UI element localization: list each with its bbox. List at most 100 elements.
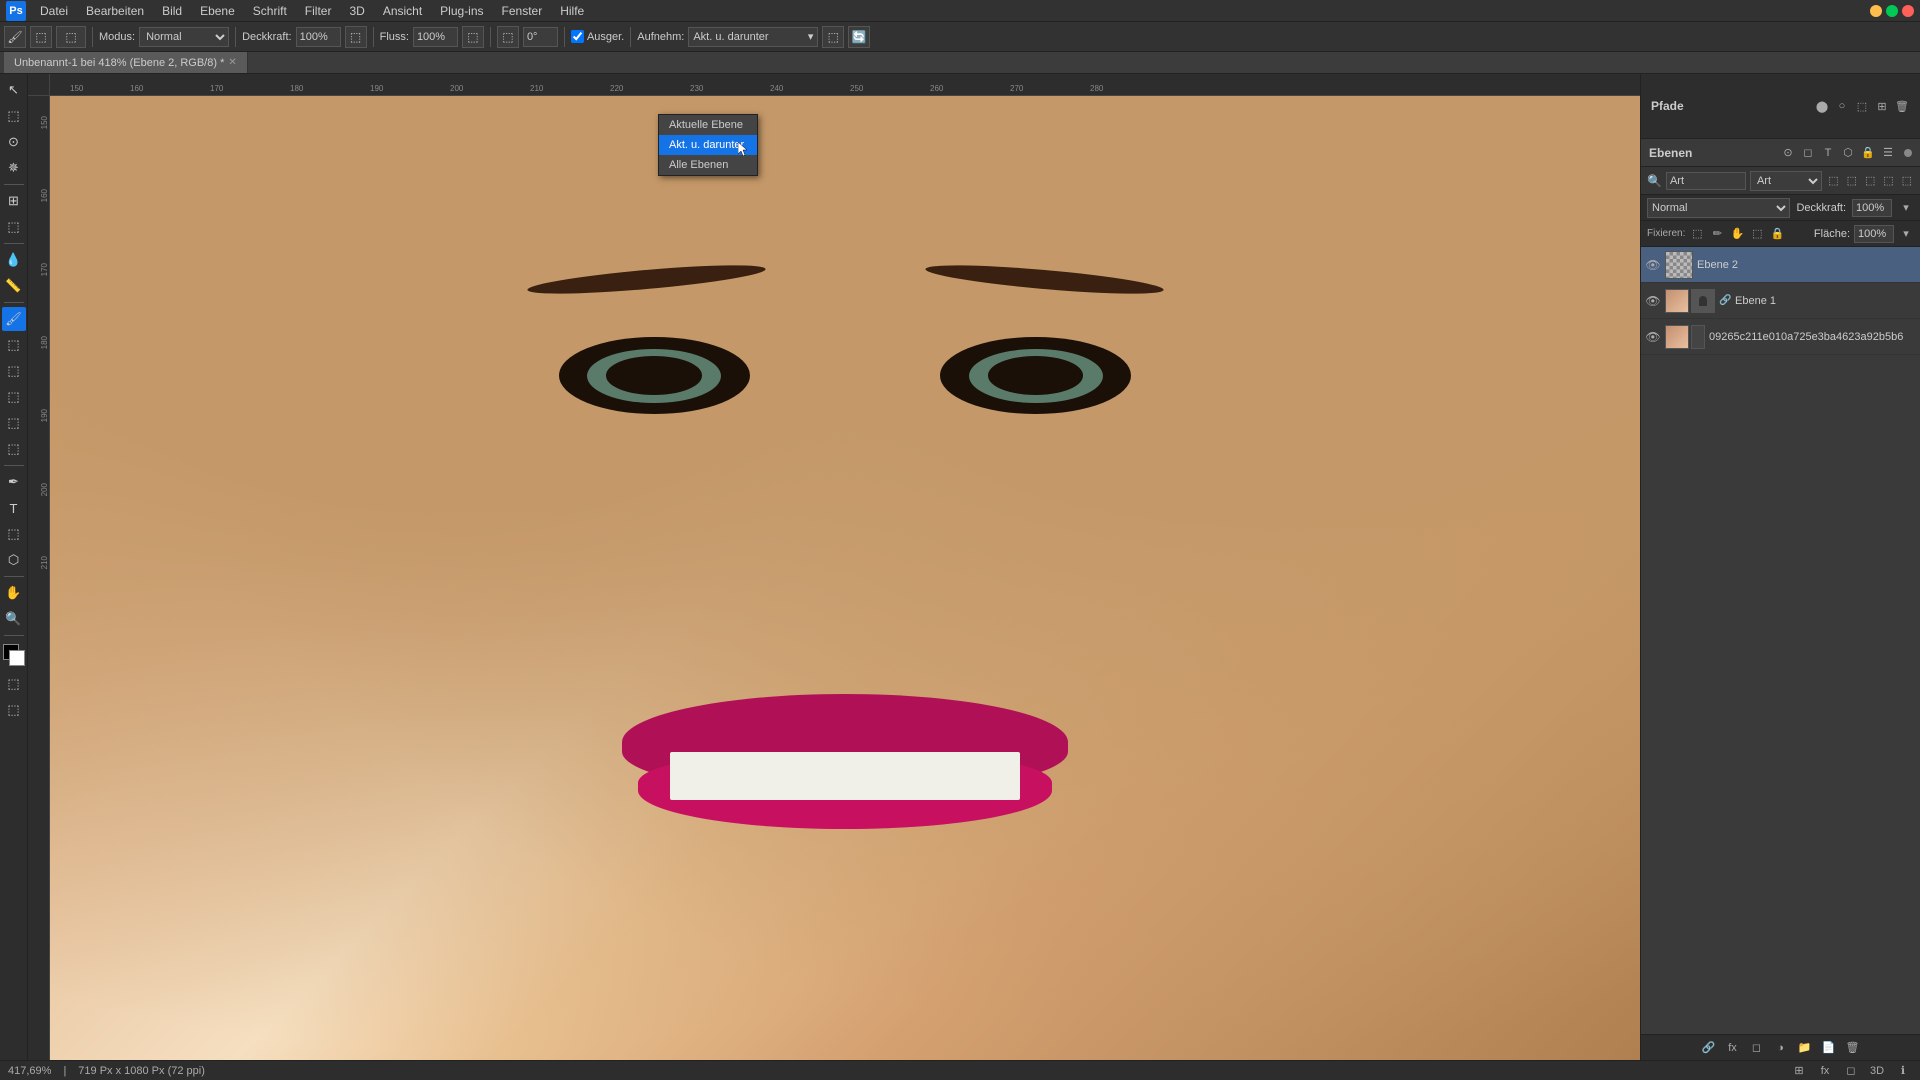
airbrush-btn[interactable]: ⬚: [497, 26, 519, 48]
quick-mask-icon[interactable]: ⬚: [2, 672, 26, 696]
menu-datei[interactable]: Datei: [32, 2, 76, 20]
modus-select[interactable]: Normal: [139, 27, 229, 47]
lock-all-btn[interactable]: 🔒: [1769, 226, 1785, 242]
layer-lock-btn[interactable]: 🔒: [1860, 145, 1876, 161]
deckkraft-input[interactable]: [296, 27, 341, 47]
menu-filter[interactable]: Filter: [297, 2, 340, 20]
menu-schrift[interactable]: Schrift: [245, 2, 295, 20]
gradient-tool[interactable]: ⬚: [2, 411, 26, 435]
dodge-tool[interactable]: ⬚: [2, 437, 26, 461]
menu-ansicht[interactable]: Ansicht: [375, 2, 430, 20]
layer-item-bg[interactable]: 👁 09265c211e010a725e3ba4623a92b5b6: [1641, 319, 1920, 355]
lock-transparent-btn[interactable]: ⬚: [1689, 226, 1705, 242]
layer-filter-btn[interactable]: ⊙: [1780, 145, 1796, 161]
lasso-tool[interactable]: ⊙: [2, 130, 26, 154]
quick-mask-btn[interactable]: ⬚: [2, 672, 26, 696]
sample-select-btn[interactable]: Akt. u. darunter ▾: [688, 27, 818, 47]
path-fill-btn[interactable]: ⬤: [1814, 98, 1830, 114]
layer-fx-btn[interactable]: fx: [1724, 1039, 1742, 1057]
layer-item-ebene1[interactable]: 👁 🔗 Ebene 1: [1641, 283, 1920, 319]
status-info-btn[interactable]: ℹ: [1894, 1062, 1912, 1080]
path-load-btn[interactable]: ⬚: [1854, 98, 1870, 114]
zoom-tool[interactable]: 🔍: [2, 607, 26, 631]
status-mask-btn[interactable]: ◻: [1842, 1062, 1860, 1080]
flache-dropdown-btn[interactable]: ▾: [1898, 226, 1914, 242]
ausger-checkbox[interactable]: [571, 30, 584, 43]
slice-tool[interactable]: ⬚: [2, 215, 26, 239]
history-brush-tool[interactable]: ⬚: [2, 359, 26, 383]
menu-bild[interactable]: Bild: [154, 2, 190, 20]
status-grid-btn[interactable]: ⊞: [1790, 1062, 1808, 1080]
tool-preset-btn[interactable]: 🖌: [4, 26, 26, 48]
canvas-image[interactable]: [50, 96, 1640, 1060]
brush-size-btn[interactable]: ⬚: [56, 26, 86, 48]
fluss-input[interactable]: [413, 27, 458, 47]
blend-mode-select[interactable]: Normal: [1647, 198, 1790, 218]
layers-search-input[interactable]: [1666, 172, 1746, 190]
panel-menu-btn[interactable]: ☰: [1880, 145, 1896, 161]
layer-filter-adj-btn[interactable]: ⬚: [1845, 173, 1859, 189]
sample-all-layers-btn[interactable]: ⬚: [822, 26, 844, 48]
menu-fenster[interactable]: Fenster: [494, 2, 551, 20]
layer-link-bottom-btn[interactable]: 🔗: [1700, 1039, 1718, 1057]
deckkraft-pressure-btn[interactable]: ⬚: [345, 26, 367, 48]
dropdown-item-aktuelle-ebene[interactable]: Aktuelle Ebene: [659, 115, 757, 135]
layer-visibility-bg[interactable]: 👁: [1645, 329, 1661, 345]
tab-close-icon[interactable]: ✕: [228, 57, 236, 68]
pen-tool[interactable]: ✒: [2, 470, 26, 494]
doc-tab-active[interactable]: Unbenannt-1 bei 418% (Ebene 2, RGB/8) * …: [4, 52, 248, 73]
angle-input[interactable]: [523, 27, 558, 47]
status-fix-btn[interactable]: fx: [1816, 1062, 1834, 1080]
layer-filter-shape-btn[interactable]: ⬚: [1863, 173, 1877, 189]
menu-ebene[interactable]: Ebene: [192, 2, 243, 20]
stamp-tool[interactable]: ⬚: [2, 333, 26, 357]
path-delete-btn[interactable]: 🗑: [1894, 98, 1910, 114]
layer-adj-btn[interactable]: ⬡: [1840, 145, 1856, 161]
move-tool[interactable]: ↖: [2, 78, 26, 102]
path-new-btn[interactable]: ⊞: [1874, 98, 1890, 114]
menu-3d[interactable]: 3D: [341, 2, 372, 20]
deckkraft-lock-btn[interactable]: ▾: [1898, 200, 1914, 216]
clone-source-btn[interactable]: 🔄: [848, 26, 870, 48]
layers-type-select[interactable]: Art: [1750, 171, 1822, 191]
menu-bearbeiten[interactable]: Bearbeiten: [78, 2, 152, 20]
layer-visibility-ebene1[interactable]: 👁: [1645, 293, 1661, 309]
flache-value[interactable]: [1854, 225, 1894, 243]
path-selection-tool[interactable]: ⬚: [2, 522, 26, 546]
layer-mask-bottom-btn[interactable]: ◻: [1748, 1039, 1766, 1057]
eraser-tool[interactable]: ⬚: [2, 385, 26, 409]
selection-tool[interactable]: ⬚: [2, 104, 26, 128]
layer-filter-toggle[interactable]: ⬚: [1900, 173, 1914, 189]
canvas-area[interactable]: 150 160 170 180 190 200 210 220 230 240 …: [28, 74, 1640, 1060]
layer-mask-btn[interactable]: ◻: [1800, 145, 1816, 161]
magic-wand-tool[interactable]: ✵: [2, 156, 26, 180]
brush-preset-btn[interactable]: ⬚: [30, 26, 52, 48]
layer-group-btn[interactable]: 📁: [1796, 1039, 1814, 1057]
lock-artboard-btn[interactable]: ⬚: [1749, 226, 1765, 242]
crop-tool[interactable]: ⊞: [2, 189, 26, 213]
layer-visibility-ebene2[interactable]: 👁: [1645, 257, 1661, 273]
layer-new-btn[interactable]: 📄: [1820, 1039, 1838, 1057]
dropdown-item-alle-ebenen[interactable]: Alle Ebenen: [659, 155, 757, 175]
hand-tool[interactable]: ✋: [2, 581, 26, 605]
lock-pixels-btn[interactable]: ✏: [1709, 226, 1725, 242]
layer-item-ebene2[interactable]: 👁 Ebene 2: [1641, 247, 1920, 283]
layer-link-btn[interactable]: T: [1820, 145, 1836, 161]
brush-tool[interactable]: 🖌: [2, 307, 26, 331]
window-minimize[interactable]: [1870, 5, 1882, 17]
screen-mode-btn[interactable]: ⬚: [2, 698, 26, 722]
lock-position-btn[interactable]: ✋: [1729, 226, 1745, 242]
layer-filter-smart-btn[interactable]: ⬚: [1881, 173, 1895, 189]
deckkraft-value[interactable]: [1852, 199, 1892, 217]
text-tool[interactable]: T: [2, 496, 26, 520]
window-close[interactable]: [1902, 5, 1914, 17]
layer-adj-bottom-btn[interactable]: ◑: [1772, 1039, 1790, 1057]
layer-delete-btn[interactable]: 🗑: [1844, 1039, 1862, 1057]
menu-plugins[interactable]: Plug-ins: [432, 2, 491, 20]
path-stroke-btn[interactable]: ○: [1834, 98, 1850, 114]
background-color[interactable]: [9, 650, 25, 666]
dropdown-item-akt-darunter[interactable]: Akt. u. darunter: [659, 135, 757, 155]
status-3d-btn[interactable]: 3D: [1868, 1062, 1886, 1080]
ruler-tool[interactable]: 📏: [2, 274, 26, 298]
eyedropper-tool[interactable]: 💧: [2, 248, 26, 272]
